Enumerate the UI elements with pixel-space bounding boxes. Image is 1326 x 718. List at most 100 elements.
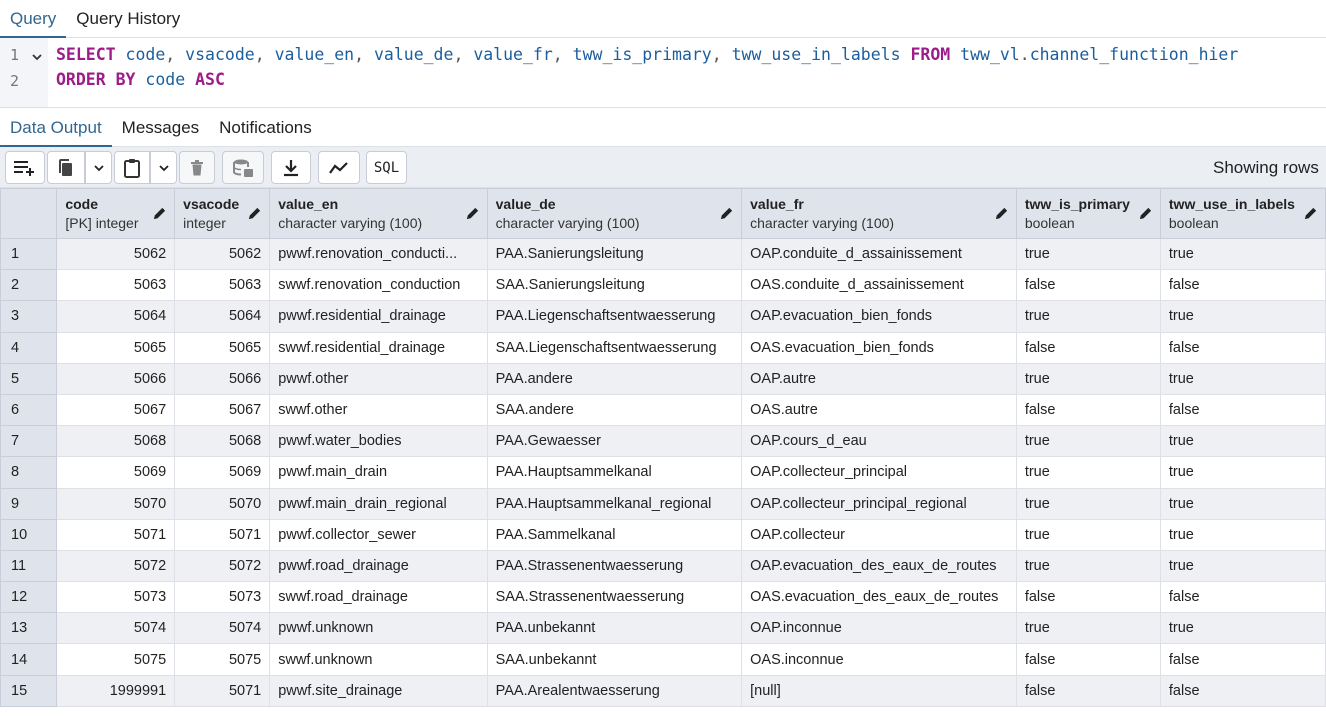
cell-value-de[interactable]: SAA.Strassenentwaesserung [486, 581, 743, 614]
cell-tww-use-in-labels[interactable]: true [1159, 487, 1326, 520]
cell-value-fr[interactable]: OAP.inconnue [741, 612, 1017, 645]
cell-vsacode[interactable]: 5064 [174, 300, 271, 333]
cell-tww-is-primary[interactable]: true [1015, 456, 1161, 489]
cell-tww-is-primary[interactable]: true [1015, 237, 1161, 271]
sql-button[interactable]: SQL [366, 151, 407, 184]
row-number-cell[interactable]: 6 [0, 393, 58, 427]
row-number-cell[interactable]: 8 [0, 456, 58, 489]
row-number-cell[interactable]: 3 [0, 300, 58, 333]
cell-code[interactable]: 5068 [56, 425, 176, 458]
column-header-value-fr[interactable]: value_fr character varying (100) [741, 188, 1017, 239]
cell-vsacode[interactable]: 5067 [174, 393, 271, 427]
cell-vsacode[interactable]: 5065 [174, 331, 271, 364]
cell-tww-is-primary[interactable]: true [1015, 362, 1161, 395]
cell-value-fr[interactable]: OAP.evacuation_des_eaux_de_routes [741, 549, 1017, 583]
cell-value-en[interactable]: pwwf.main_drain [269, 456, 488, 489]
column-header-value-de[interactable]: value_de character varying (100) [486, 188, 743, 239]
edit-pencil-icon[interactable] [994, 206, 1009, 221]
row-number-cell[interactable]: 2 [0, 269, 58, 302]
cell-value-en[interactable]: pwwf.renovation_conducti... [269, 237, 488, 271]
cell-code[interactable]: 5064 [56, 300, 176, 333]
cell-value-fr[interactable]: OAP.collecteur_principal [741, 456, 1017, 489]
fold-chevron-icon[interactable] [31, 51, 43, 63]
edit-pencil-icon[interactable] [1303, 206, 1318, 221]
column-header-tww-is-primary[interactable]: tww_is_primary boolean [1015, 188, 1161, 239]
cell-tww-use-in-labels[interactable]: false [1159, 581, 1326, 614]
copy-button[interactable] [47, 151, 85, 184]
row-number-cell[interactable]: 12 [0, 581, 58, 614]
cell-tww-use-in-labels[interactable]: false [1159, 269, 1326, 302]
cell-value-en[interactable]: swwf.road_drainage [269, 581, 488, 614]
row-number-cell[interactable]: 13 [0, 612, 58, 645]
cell-tww-use-in-labels[interactable]: true [1159, 237, 1326, 271]
graph-visualiser-button[interactable] [318, 151, 360, 184]
cell-value-de[interactable]: PAA.unbekannt [486, 612, 743, 645]
cell-value-fr[interactable]: [null] [741, 674, 1017, 707]
cell-value-en[interactable]: swwf.renovation_conduction [269, 269, 488, 302]
column-header-code[interactable]: code [PK] integer [56, 188, 176, 239]
table-row[interactable]: 8 5069 5069 pwwf.main_drain PAA.Hauptsammelk… [0, 456, 1326, 489]
column-header-tww-use-in-labels[interactable]: tww_use_in_labels boolean [1159, 188, 1326, 239]
cell-value-en[interactable]: pwwf.unknown [269, 612, 488, 645]
cell-tww-use-in-labels[interactable]: true [1159, 425, 1326, 458]
copy-options-button[interactable] [85, 151, 112, 184]
cell-value-de[interactable]: PAA.Arealentwaesserung [486, 674, 743, 707]
edit-pencil-icon[interactable] [247, 206, 262, 221]
cell-value-fr[interactable]: OAS.autre [741, 393, 1017, 427]
edit-pencil-icon[interactable] [465, 206, 480, 221]
cell-value-fr[interactable]: OAP.collecteur_principal_regional [741, 487, 1017, 520]
column-header-value-en[interactable]: value_en character varying (100) [269, 188, 488, 239]
table-row[interactable]: 7 5068 5068 pwwf.water_bodies PAA.Gewaesser O… [0, 425, 1326, 458]
cell-value-de[interactable]: PAA.Liegenschaftsentwaesserung [486, 300, 743, 333]
table-row[interactable]: 6 5067 5067 swwf.other SAA.andere OAS.autre fa… [0, 393, 1326, 427]
table-row[interactable]: 11 5072 5072 pwwf.road_drainage PAA.Strassen… [0, 549, 1326, 583]
cell-code[interactable]: 5062 [56, 237, 176, 271]
cell-tww-use-in-labels[interactable]: false [1159, 674, 1326, 707]
cell-value-de[interactable]: SAA.Liegenschaftsentwaesserung [486, 331, 743, 364]
add-row-button[interactable] [5, 151, 45, 184]
cell-code[interactable]: 5065 [56, 331, 176, 364]
table-row[interactable]: 15 1999991 5071 pwwf.site_drainage PAA.Areal… [0, 674, 1326, 707]
cell-value-fr[interactable]: OAP.collecteur [741, 518, 1017, 551]
cell-value-en[interactable]: swwf.residential_drainage [269, 331, 488, 364]
table-row[interactable]: 10 5071 5071 pwwf.collector_sewer PAA.Sammel… [0, 518, 1326, 551]
cell-tww-is-primary[interactable]: true [1015, 518, 1161, 551]
cell-value-en[interactable]: pwwf.road_drainage [269, 549, 488, 583]
edit-pencil-icon[interactable] [152, 206, 167, 221]
cell-value-en[interactable]: pwwf.other [269, 362, 488, 395]
cell-value-de[interactable]: SAA.Sanierungsleitung [486, 269, 743, 302]
table-row[interactable]: 1 5062 5062 pwwf.renovation_conducti... PAA.… [0, 237, 1326, 271]
table-row[interactable]: 13 5074 5074 pwwf.unknown PAA.unbekannt OAP.i… [0, 612, 1326, 645]
cell-tww-is-primary[interactable]: true [1015, 549, 1161, 583]
cell-value-en[interactable]: pwwf.site_drainage [269, 674, 488, 707]
table-row[interactable]: 3 5064 5064 pwwf.residential_drainage PAA.Li… [0, 300, 1326, 333]
cell-tww-use-in-labels[interactable]: true [1159, 549, 1326, 583]
cell-vsacode[interactable]: 5069 [174, 456, 271, 489]
cell-vsacode[interactable]: 5068 [174, 425, 271, 458]
cell-vsacode[interactable]: 5063 [174, 269, 271, 302]
cell-tww-use-in-labels[interactable]: false [1159, 643, 1326, 676]
tab-messages[interactable]: Messages [112, 109, 209, 147]
column-header-vsacode[interactable]: vsacode integer [174, 188, 271, 239]
table-row[interactable]: 12 5073 5073 swwf.road_drainage SAA.Strassen… [0, 581, 1326, 614]
row-number-cell[interactable]: 7 [0, 425, 58, 458]
edit-pencil-icon[interactable] [1138, 206, 1153, 221]
cell-code[interactable]: 5074 [56, 612, 176, 645]
cell-code[interactable]: 5075 [56, 643, 176, 676]
cell-tww-is-primary[interactable]: false [1015, 331, 1161, 364]
cell-code[interactable]: 5073 [56, 581, 176, 614]
cell-tww-use-in-labels[interactable]: true [1159, 612, 1326, 645]
cell-tww-use-in-labels[interactable]: false [1159, 331, 1326, 364]
cell-tww-is-primary[interactable]: true [1015, 425, 1161, 458]
cell-vsacode[interactable]: 5071 [174, 518, 271, 551]
row-number-cell[interactable]: 15 [0, 674, 58, 707]
cell-value-de[interactable]: SAA.andere [486, 393, 743, 427]
paste-options-button[interactable] [150, 151, 177, 184]
cell-tww-is-primary[interactable]: false [1015, 581, 1161, 614]
tab-notifications[interactable]: Notifications [209, 109, 322, 147]
cell-vsacode[interactable]: 5066 [174, 362, 271, 395]
cell-tww-use-in-labels[interactable]: true [1159, 362, 1326, 395]
cell-vsacode[interactable]: 5074 [174, 612, 271, 645]
cell-value-fr[interactable]: OAP.conduite_d_assainissement [741, 237, 1017, 271]
cell-vsacode[interactable]: 5075 [174, 643, 271, 676]
